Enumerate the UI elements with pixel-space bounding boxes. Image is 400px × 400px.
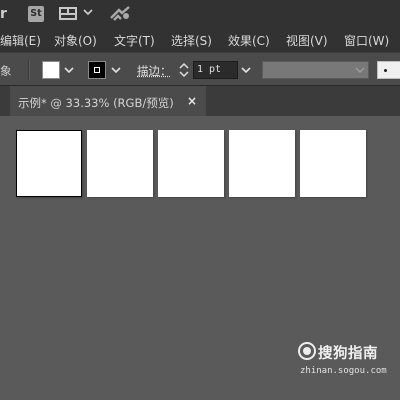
artboard-4[interactable] [229, 130, 295, 197]
document-tab-title: 示例* @ 33.33% (RGB/预览) [18, 96, 174, 110]
chevron-down-icon[interactable] [82, 6, 94, 18]
chevron-down-icon[interactable] [110, 63, 122, 77]
document-tab[interactable]: 示例* @ 33.33% (RGB/预览) × [10, 86, 206, 116]
fill-color-swatch[interactable] [42, 61, 60, 79]
adobe-stock-button[interactable]: St [28, 6, 44, 22]
panel-grip[interactable] [28, 60, 30, 80]
chevron-down-icon[interactable] [354, 63, 366, 77]
stroke-weight-input[interactable]: 1 pt [193, 61, 238, 79]
menu-type[interactable]: 文字(T) [114, 32, 155, 49]
app-bar: r St [0, 0, 400, 28]
gpu-performance-icon[interactable] [108, 4, 132, 24]
close-icon[interactable]: × [187, 94, 197, 108]
menu-view[interactable]: 视图(V) [286, 32, 328, 49]
stroke-label[interactable]: 描边： [137, 63, 172, 79]
artboard-1[interactable] [16, 130, 82, 197]
selection-label: 象 [0, 64, 12, 78]
stroke-weight-stepper-icon[interactable] [178, 61, 190, 79]
menu-bar: 编辑(E) 对象(O) 文字(T) 选择(S) 效果(C) 视图(V) 窗口(W… [0, 28, 400, 52]
artboard-3[interactable] [158, 130, 224, 197]
layout-grid-icon[interactable] [59, 7, 77, 20]
chevron-down-icon[interactable] [63, 63, 75, 77]
stroke-color-swatch[interactable] [88, 61, 106, 79]
chevron-down-icon[interactable] [240, 63, 252, 77]
control-bar: 象 描边： 1 pt [0, 52, 400, 86]
variable-width-profile-select[interactable] [262, 61, 369, 79]
menu-select[interactable]: 选择(S) [171, 32, 212, 49]
menu-effect[interactable]: 效果(C) [228, 32, 270, 49]
watermark-url: zhinan.sogou.com [300, 366, 387, 376]
watermark-brand: 搜狗指南 [318, 346, 378, 362]
app-logo: r [0, 6, 7, 22]
document-tab-bar: 示例* @ 33.33% (RGB/预览) × [0, 86, 400, 116]
brush-definition-select[interactable] [377, 61, 400, 79]
artboard-2[interactable] [87, 130, 153, 197]
menu-edit[interactable]: 编辑(E) [0, 32, 41, 49]
menu-window[interactable]: 窗口(W) [344, 32, 389, 49]
sogou-logo-icon [298, 342, 316, 360]
menu-object[interactable]: 对象(O) [54, 32, 97, 49]
artboard-5[interactable] [300, 130, 366, 197]
